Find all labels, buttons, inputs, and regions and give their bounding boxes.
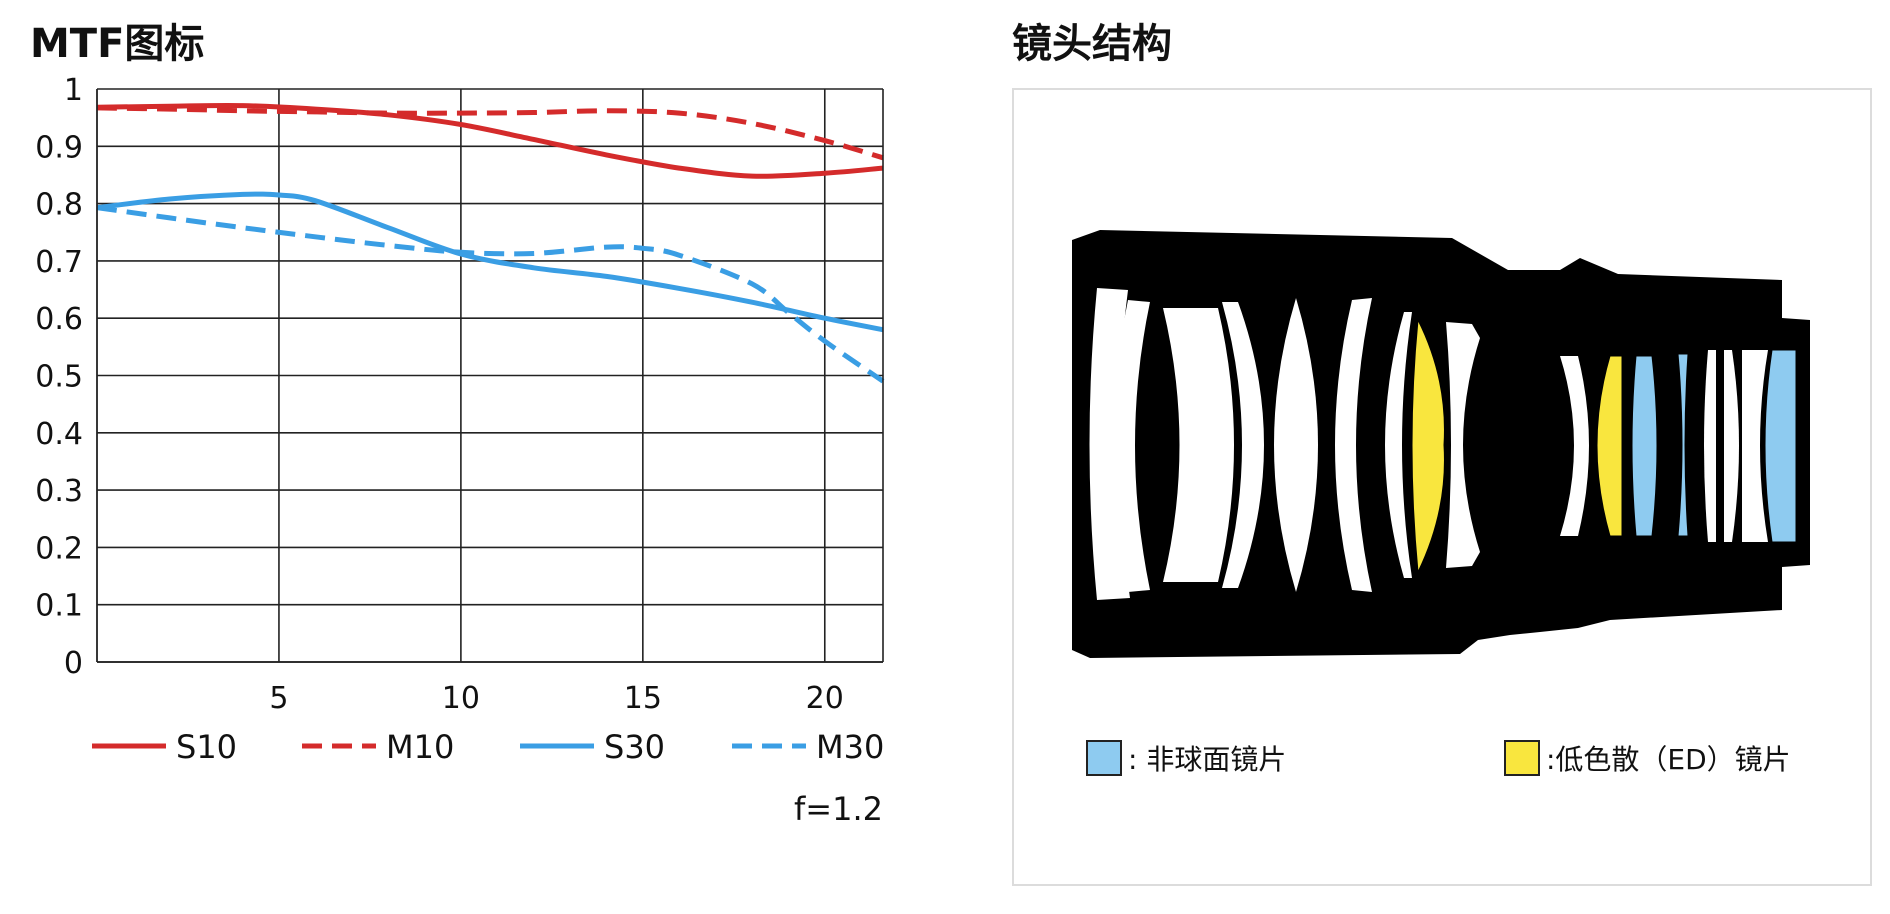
aspherical-lens-1: [1631, 355, 1658, 537]
lens-structure-title: 镜头结构: [1012, 21, 1172, 67]
y-tick-label: 0.5: [35, 360, 83, 395]
y-tick-label: 0.6: [35, 302, 83, 337]
y-tick-label: 0.9: [35, 130, 83, 165]
y-tick-label: 0.2: [35, 531, 83, 566]
aperture-annotation: f=1.2: [794, 790, 883, 828]
x-tick-label: 15: [624, 681, 662, 716]
y-tick-label: 1: [64, 73, 83, 108]
aspherical-lens-3: [1764, 349, 1797, 543]
series-line-m30: [96, 205, 885, 384]
y-tick-label: 0.4: [35, 417, 83, 452]
series-line-s10: [96, 102, 884, 179]
aspherical-legend: : 非球面镜片: [1086, 738, 1286, 778]
aspherical-legend-label: : 非球面镜片: [1128, 743, 1287, 776]
x-tick-label: 10: [442, 681, 480, 716]
ed-legend: :低色散（ED）镜片: [1504, 738, 1791, 778]
series-line-s30: [96, 191, 884, 333]
mtf-chart: 00.10.20.30.40.50.60.70.80.915 10 15 20 S10…: [35, 73, 885, 828]
legend-label-s10: S10: [176, 728, 237, 766]
y-tick-label: 0: [64, 646, 83, 681]
y-tick-label: 0.8: [35, 188, 83, 223]
legend-label-m10: M10: [386, 728, 454, 766]
aspherical-swatch: [1086, 740, 1122, 776]
y-tick-label: 0.1: [35, 589, 83, 624]
legend-label-s30: S30: [604, 728, 665, 766]
chart-legend: S10 M10 S30 M30: [92, 728, 884, 766]
series-line-m10: [96, 105, 884, 161]
chart-axes: 00.10.20.30.40.50.60.70.80.915 10 15 20: [35, 73, 884, 716]
y-tick-label: 0.7: [35, 245, 83, 280]
legend-label-m30: M30: [816, 728, 884, 766]
x-tick-label: 5: [269, 681, 288, 716]
lens-diagram-panel: : 非球面镜片 :低色散（ED）镜片: [1012, 88, 1872, 886]
y-tick-label: 0.3: [35, 474, 83, 509]
ed-legend-label: :低色散（ED）镜片: [1546, 743, 1791, 776]
ed-swatch: [1504, 740, 1540, 776]
x-tick-label: 20: [806, 681, 844, 716]
